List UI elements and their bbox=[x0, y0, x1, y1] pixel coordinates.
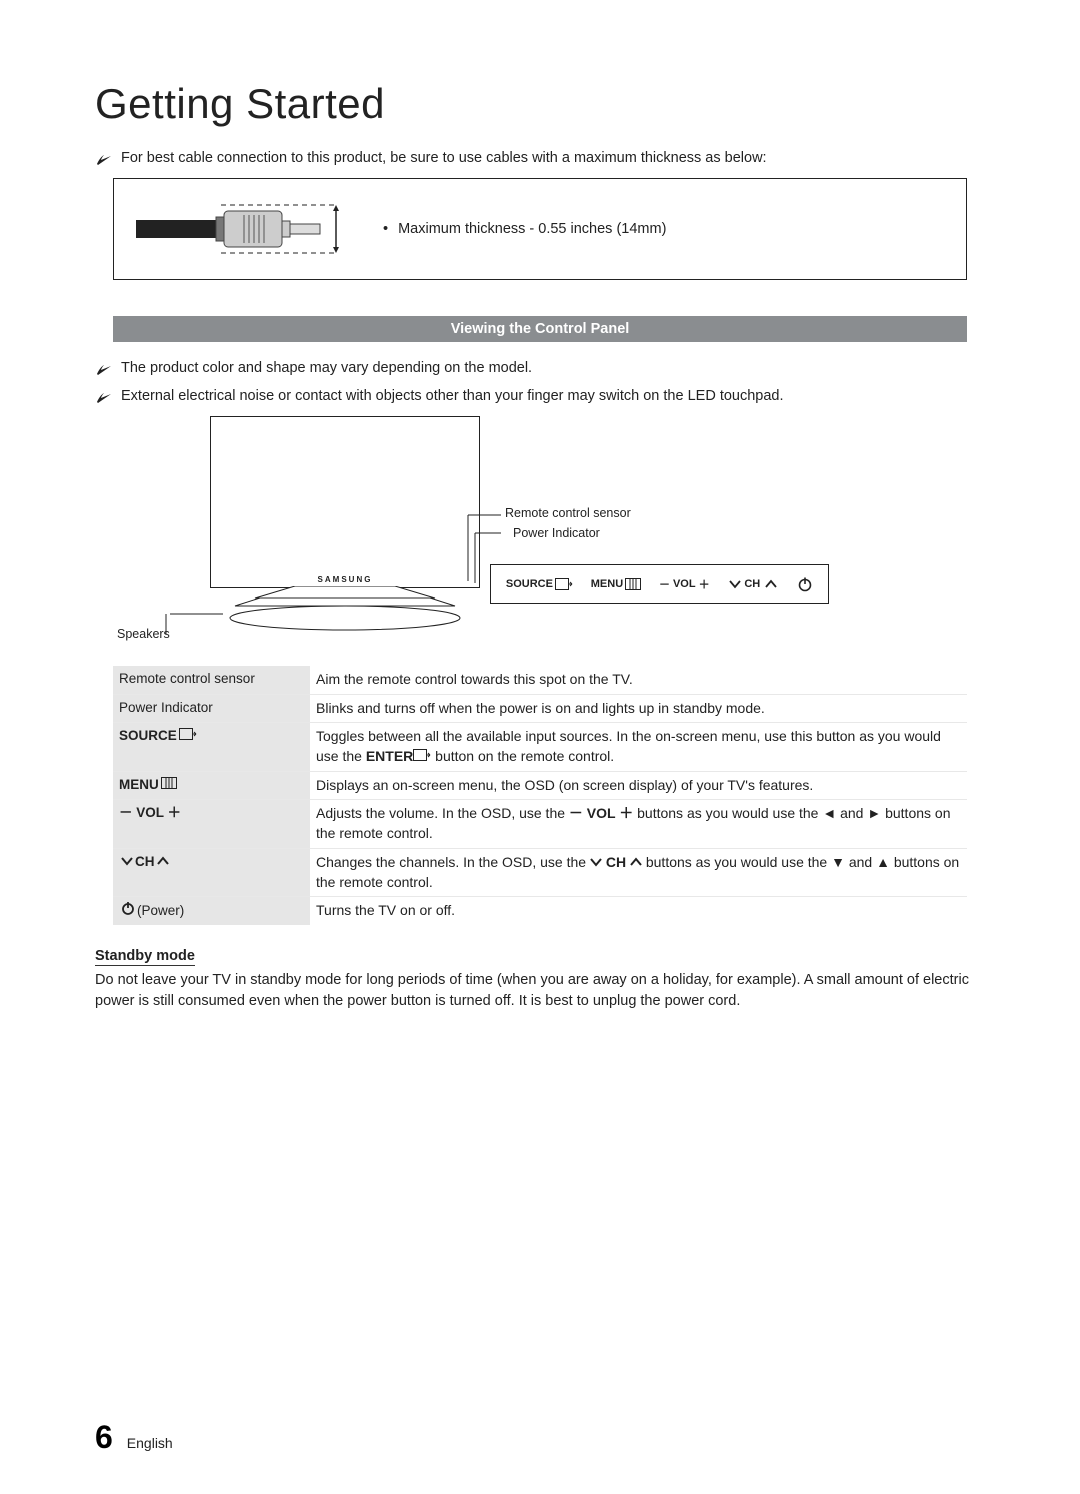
cable-thickness-box: Maximum thickness - 0.55 inches (14mm) bbox=[113, 178, 967, 280]
panel-power bbox=[795, 576, 813, 592]
table-label-cell: MENU bbox=[113, 771, 310, 800]
table-desc-cell: Turns the TV on or off. bbox=[310, 897, 967, 925]
standby-heading: Standby mode bbox=[95, 948, 195, 966]
chevron-up-icon bbox=[765, 579, 777, 589]
section-heading: Viewing the Control Panel bbox=[113, 316, 967, 342]
note-cable: For best cable connection to this produc… bbox=[95, 150, 985, 166]
table-row: － VOL ＋Adjusts the volume. In the OSD, u… bbox=[113, 800, 967, 848]
panel-vol: － VOL ＋ bbox=[659, 576, 710, 592]
panel-ch: CH bbox=[727, 578, 777, 590]
control-panel-table: Remote control sensorAim the remote cont… bbox=[113, 666, 967, 925]
table-label-cell: CH bbox=[113, 848, 310, 897]
table-row: Remote control sensorAim the remote cont… bbox=[113, 666, 967, 694]
callout-power-indicator: Power Indicator bbox=[513, 526, 600, 540]
note-text: External electrical noise or contact wit… bbox=[121, 388, 985, 404]
panel-menu: MENU bbox=[591, 578, 641, 590]
table-label-cell: Power Indicator bbox=[113, 694, 310, 723]
panel-source: SOURCE bbox=[506, 578, 573, 590]
enter-icon bbox=[555, 578, 573, 590]
table-desc-cell: Toggles between all the available input … bbox=[310, 723, 967, 772]
power-icon bbox=[797, 576, 813, 592]
menu-icon bbox=[625, 578, 641, 590]
table-desc-cell: Blinks and turns off when the power is o… bbox=[310, 694, 967, 723]
control-panel-bar: SOURCE MENU － VOL ＋ CH bbox=[490, 564, 829, 604]
standby-text: Do not leave your TV in standby mode for… bbox=[95, 970, 985, 1011]
table-desc-cell: Adjusts the volume. In the OSD, use the … bbox=[310, 800, 967, 848]
tv-outline: SAMSUNG bbox=[210, 416, 480, 588]
note-vary: The product color and shape may vary dep… bbox=[95, 360, 985, 376]
callout-line-speakers-v bbox=[160, 614, 172, 634]
note-icon bbox=[95, 389, 113, 405]
table-row: Power IndicatorBlinks and turns off when… bbox=[113, 694, 967, 723]
table-label-cell: Remote control sensor bbox=[113, 666, 310, 694]
table-label-cell: SOURCE bbox=[113, 723, 310, 772]
note-text: The product color and shape may vary dep… bbox=[121, 360, 985, 376]
panel-vol-plus: ＋ bbox=[699, 576, 710, 592]
brand-label: SAMSUNG bbox=[318, 575, 373, 584]
table-row: SOURCE Toggles between all the available… bbox=[113, 723, 967, 772]
callout-line-speakers bbox=[170, 609, 225, 619]
page-footer: 6 English bbox=[95, 1419, 173, 1456]
note-icon bbox=[95, 361, 113, 377]
panel-ch-label: CH bbox=[744, 578, 760, 590]
table-row: (Power)Turns the TV on or off. bbox=[113, 897, 967, 925]
tv-stand bbox=[225, 586, 465, 634]
cable-diagram bbox=[136, 197, 341, 261]
callout-remote-sensor: Remote control sensor bbox=[505, 506, 631, 520]
table-row: CH Changes the channels. In the OSD, use… bbox=[113, 848, 967, 897]
tv-diagram: SAMSUNG Remote control sensor Power Indi… bbox=[95, 416, 985, 644]
chevron-down-icon bbox=[729, 579, 741, 589]
footer-language: English bbox=[127, 1435, 173, 1451]
page-number: 6 bbox=[95, 1419, 113, 1456]
panel-source-label: SOURCE bbox=[506, 578, 553, 590]
table-label-cell: (Power) bbox=[113, 897, 310, 925]
panel-vol-minus: － bbox=[659, 576, 670, 592]
table-row: MENU Displays an on-screen menu, the OSD… bbox=[113, 771, 967, 800]
table-desc-cell: Displays an on-screen menu, the OSD (on … bbox=[310, 771, 967, 800]
panel-vol-label: VOL bbox=[673, 578, 696, 590]
page-title: Getting Started bbox=[95, 80, 985, 128]
panel-menu-label: MENU bbox=[591, 578, 623, 590]
note-text: For best cable connection to this produc… bbox=[121, 150, 985, 166]
note-icon bbox=[95, 151, 113, 167]
table-desc-cell: Changes the channels. In the OSD, use th… bbox=[310, 848, 967, 897]
note-noise: External electrical noise or contact wit… bbox=[95, 388, 985, 404]
table-label-cell: － VOL ＋ bbox=[113, 800, 310, 848]
thickness-item: Maximum thickness - 0.55 inches (14mm) bbox=[383, 221, 666, 237]
table-desc-cell: Aim the remote control towards this spot… bbox=[310, 666, 967, 694]
thickness-list: Maximum thickness - 0.55 inches (14mm) bbox=[383, 221, 666, 237]
